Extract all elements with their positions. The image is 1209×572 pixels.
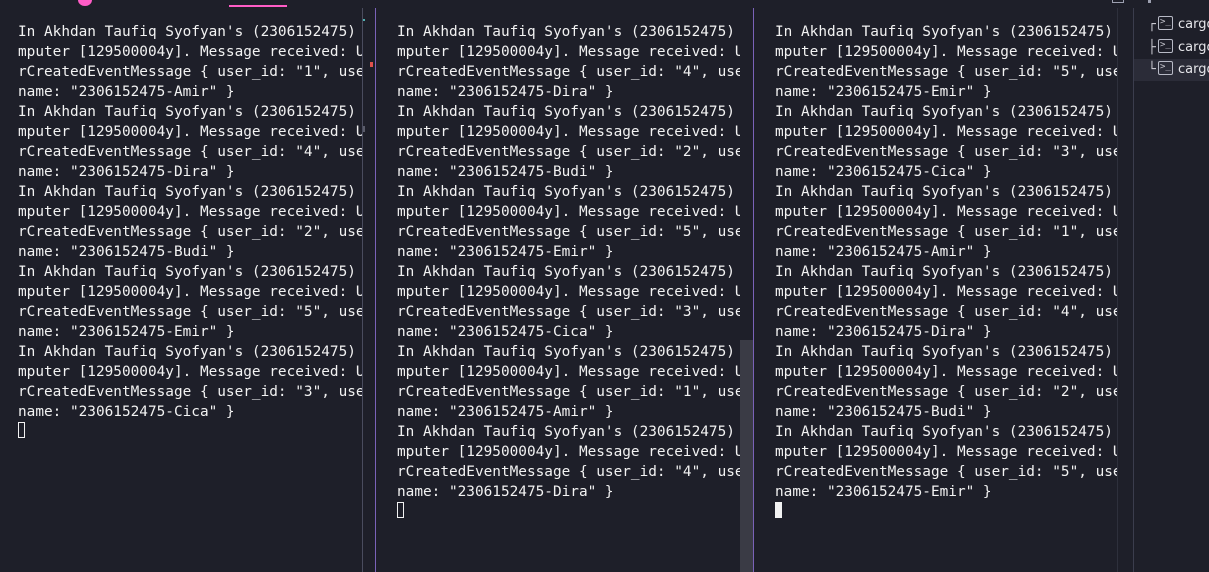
terminal-pane-1[interactable]: In Akhdan Taufiq Syofyan's (2306152475) … [0, 8, 362, 572]
terminal-output: In Akhdan Taufiq Syofyan's (2306152475) … [775, 24, 1117, 500]
terminal-tab-label: cargo [1178, 17, 1209, 32]
pane-divider[interactable] [362, 8, 363, 572]
pane-divider[interactable] [375, 8, 376, 572]
terminal-tab-1[interactable]: ┌ >_ cargo [1134, 14, 1209, 36]
terminal-icon: >_ [1158, 61, 1173, 75]
terminal-output: In Akhdan Taufiq Syofyan's (2306152475) … [18, 24, 362, 420]
status-dot-icon [78, 0, 92, 6]
pane-divider[interactable] [1117, 8, 1118, 572]
scroll-marker-error [370, 62, 373, 67]
scrollbar-thumb[interactable] [740, 340, 753, 572]
terminal-tab-label: cargo [1178, 40, 1209, 55]
terminal-icon: >_ [1158, 39, 1173, 53]
scrollbar[interactable] [740, 8, 753, 572]
terminal-tab-2[interactable]: ├ >_ cargo [1134, 37, 1209, 59]
terminal-pane-2[interactable]: In Akhdan Taufiq Syofyan's (2306152475) … [379, 8, 740, 572]
terminal-icon: >_ [1158, 16, 1173, 30]
top-strip [0, 0, 1209, 8]
terminal-output: In Akhdan Taufiq Syofyan's (2306152475) … [397, 24, 740, 500]
more-actions-icon[interactable] [1148, 0, 1151, 3]
tree-connector: ┌ [1148, 17, 1156, 32]
terminal-tab-label: cargo [1178, 62, 1209, 77]
maximize-panel-icon[interactable] [1112, 0, 1124, 3]
pane-divider[interactable] [753, 8, 754, 572]
terminal-cursor [397, 502, 404, 518]
terminal-cursor [775, 502, 782, 518]
terminal-cursor [18, 422, 25, 438]
active-tab-indicator[interactable] [229, 5, 287, 7]
terminal-tab-3[interactable]: └ >_ cargo [1134, 59, 1209, 81]
terminal-tabs-list: ┌ >_ cargo ├ >_ cargo └ >_ cargo [1133, 8, 1209, 572]
terminal-pane-3[interactable]: In Akhdan Taufiq Syofyan's (2306152475) … [757, 8, 1117, 572]
tree-connector: └ [1148, 62, 1156, 77]
tree-connector: ├ [1148, 40, 1156, 55]
